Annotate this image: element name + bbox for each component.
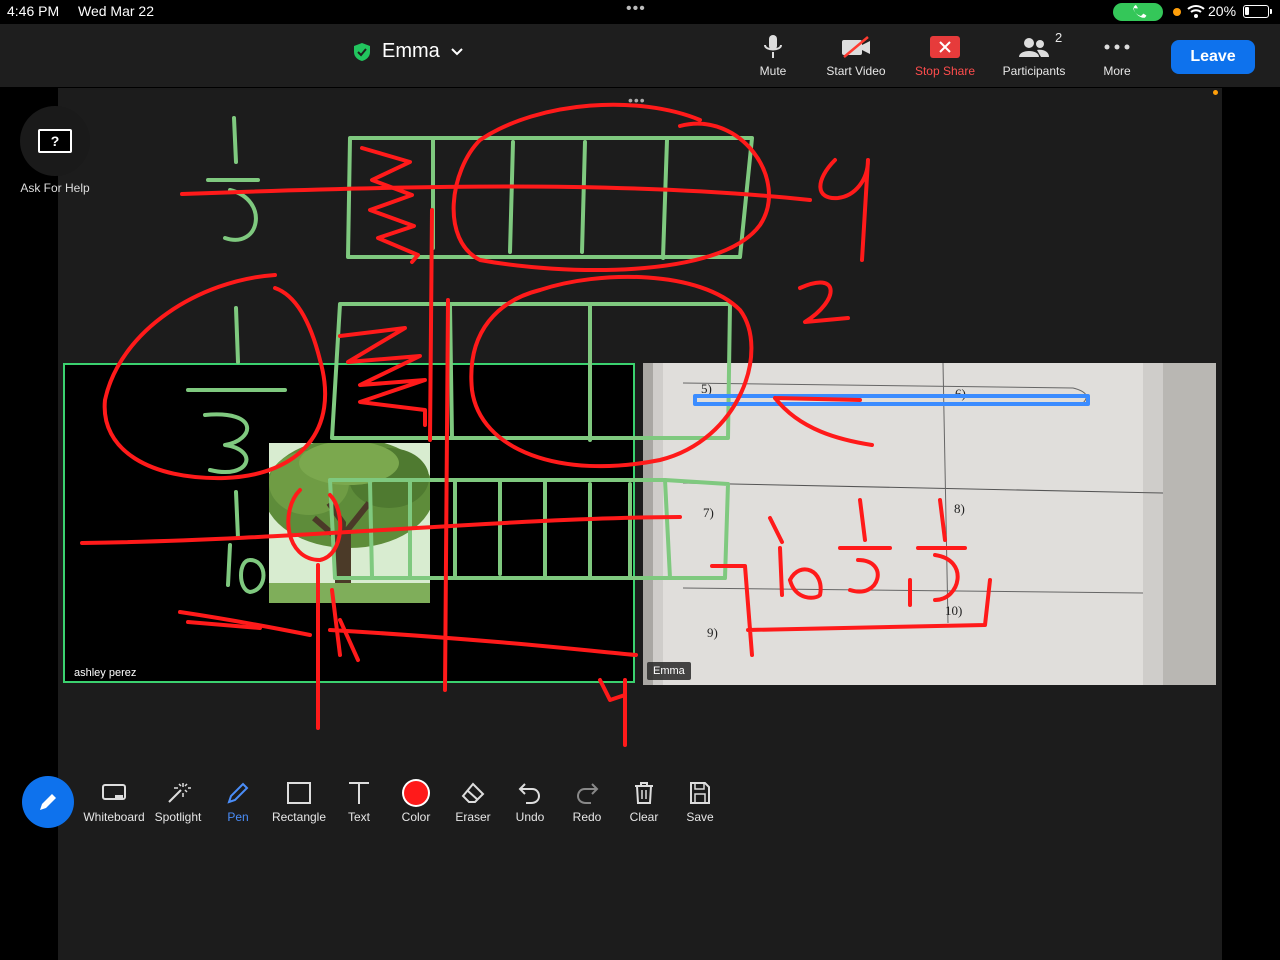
tool-label: Undo: [515, 810, 545, 824]
mute-label: Mute: [759, 64, 787, 78]
status-date: Wed Mar 22: [78, 3, 154, 19]
active-call-pill[interactable]: [1113, 3, 1163, 21]
tool-whiteboard[interactable]: Whiteboard: [78, 778, 150, 824]
stop-share-icon: [930, 36, 960, 58]
recording-indicator: [1213, 90, 1218, 95]
question-icon: ?: [38, 129, 72, 153]
spotlight-icon: [168, 783, 191, 803]
mic-in-use-indicator: [1173, 8, 1181, 16]
pencil-icon: [40, 794, 56, 810]
video-tile-emma[interactable]: 5) 6) 7) 8) 9) 10): [643, 363, 1216, 685]
text-icon: [349, 782, 369, 804]
worksheet-q7: 7): [703, 505, 714, 520]
tool-label: Save: [686, 810, 714, 824]
battery-percent: 20%: [1208, 3, 1237, 19]
worksheet-q5: 5): [701, 381, 712, 396]
status-time: 4:46 PM: [7, 3, 60, 19]
worksheet-q8: 8): [954, 501, 965, 516]
status-bar: 4:46 PM Wed Mar 22 ••• 20%: [0, 0, 1280, 24]
tool-label: Redo: [572, 810, 602, 824]
tool-label: Pen: [227, 810, 249, 824]
redo-icon: [576, 783, 599, 804]
tool-label: Eraser: [455, 810, 491, 824]
shield-check-icon: [354, 42, 370, 61]
worksheet-q10: 10): [945, 603, 963, 618]
participant-name: Emma: [647, 662, 691, 680]
tool-label: Text: [347, 810, 370, 824]
trash-icon: [635, 782, 653, 804]
whiteboard-icon: [102, 784, 126, 800]
tree-photo: [269, 443, 430, 603]
participants-icon: [1019, 38, 1049, 57]
battery-icon: [1243, 5, 1272, 18]
save-icon: [690, 782, 710, 804]
ask-for-help-label: Ask For Help: [20, 181, 90, 195]
annotate-toggle-button[interactable]: [22, 776, 74, 828]
meeting-host-name: Emma: [382, 40, 440, 62]
participants-count: 2: [1055, 30, 1063, 45]
rectangle-icon: [287, 782, 311, 804]
more-button[interactable]: More: [1072, 34, 1162, 78]
tool-label: Whiteboard: [83, 810, 145, 824]
participants-button[interactable]: 2 Participants: [989, 30, 1079, 78]
worksheet-camera-feed: [643, 363, 1216, 685]
tool-label: Spotlight: [154, 810, 202, 824]
undo-icon: [518, 783, 541, 804]
pen-icon: [227, 782, 249, 804]
mute-button[interactable]: Mute: [728, 34, 818, 78]
worksheet-q9: 9): [707, 625, 718, 640]
stop-share-label: Stop Share: [914, 64, 976, 78]
stage-handle-dots-icon[interactable]: •••: [628, 92, 646, 108]
more-icon: [1104, 44, 1130, 50]
phone-icon: [1133, 5, 1147, 18]
video-off-icon: [842, 36, 870, 58]
chevron-down-icon: [451, 47, 463, 55]
start-video-button[interactable]: Start Video: [811, 34, 901, 78]
multitask-dots-icon[interactable]: •••: [626, 0, 646, 18]
participant-name: ashley perez: [74, 667, 137, 679]
tool-label: Rectangle: [271, 810, 327, 824]
eraser-icon: [461, 782, 485, 803]
participants-label: Participants: [1002, 64, 1066, 78]
start-video-label: Start Video: [826, 64, 886, 78]
more-label: More: [1103, 64, 1131, 78]
microphone-icon: [764, 35, 782, 58]
worksheet-q6: 6): [955, 386, 966, 401]
stop-share-button[interactable]: Stop Share: [900, 34, 990, 78]
ask-for-help-button[interactable]: ?: [20, 106, 90, 176]
tool-save[interactable]: Save: [664, 778, 736, 824]
leave-button[interactable]: Leave: [1171, 40, 1255, 74]
color-icon: [402, 779, 430, 807]
wifi-icon: [1187, 5, 1205, 18]
tool-label: Clear: [629, 810, 659, 824]
tree-image: [269, 443, 430, 603]
tool-label: Color: [401, 810, 431, 824]
meeting-title[interactable]: Emma: [352, 40, 464, 63]
